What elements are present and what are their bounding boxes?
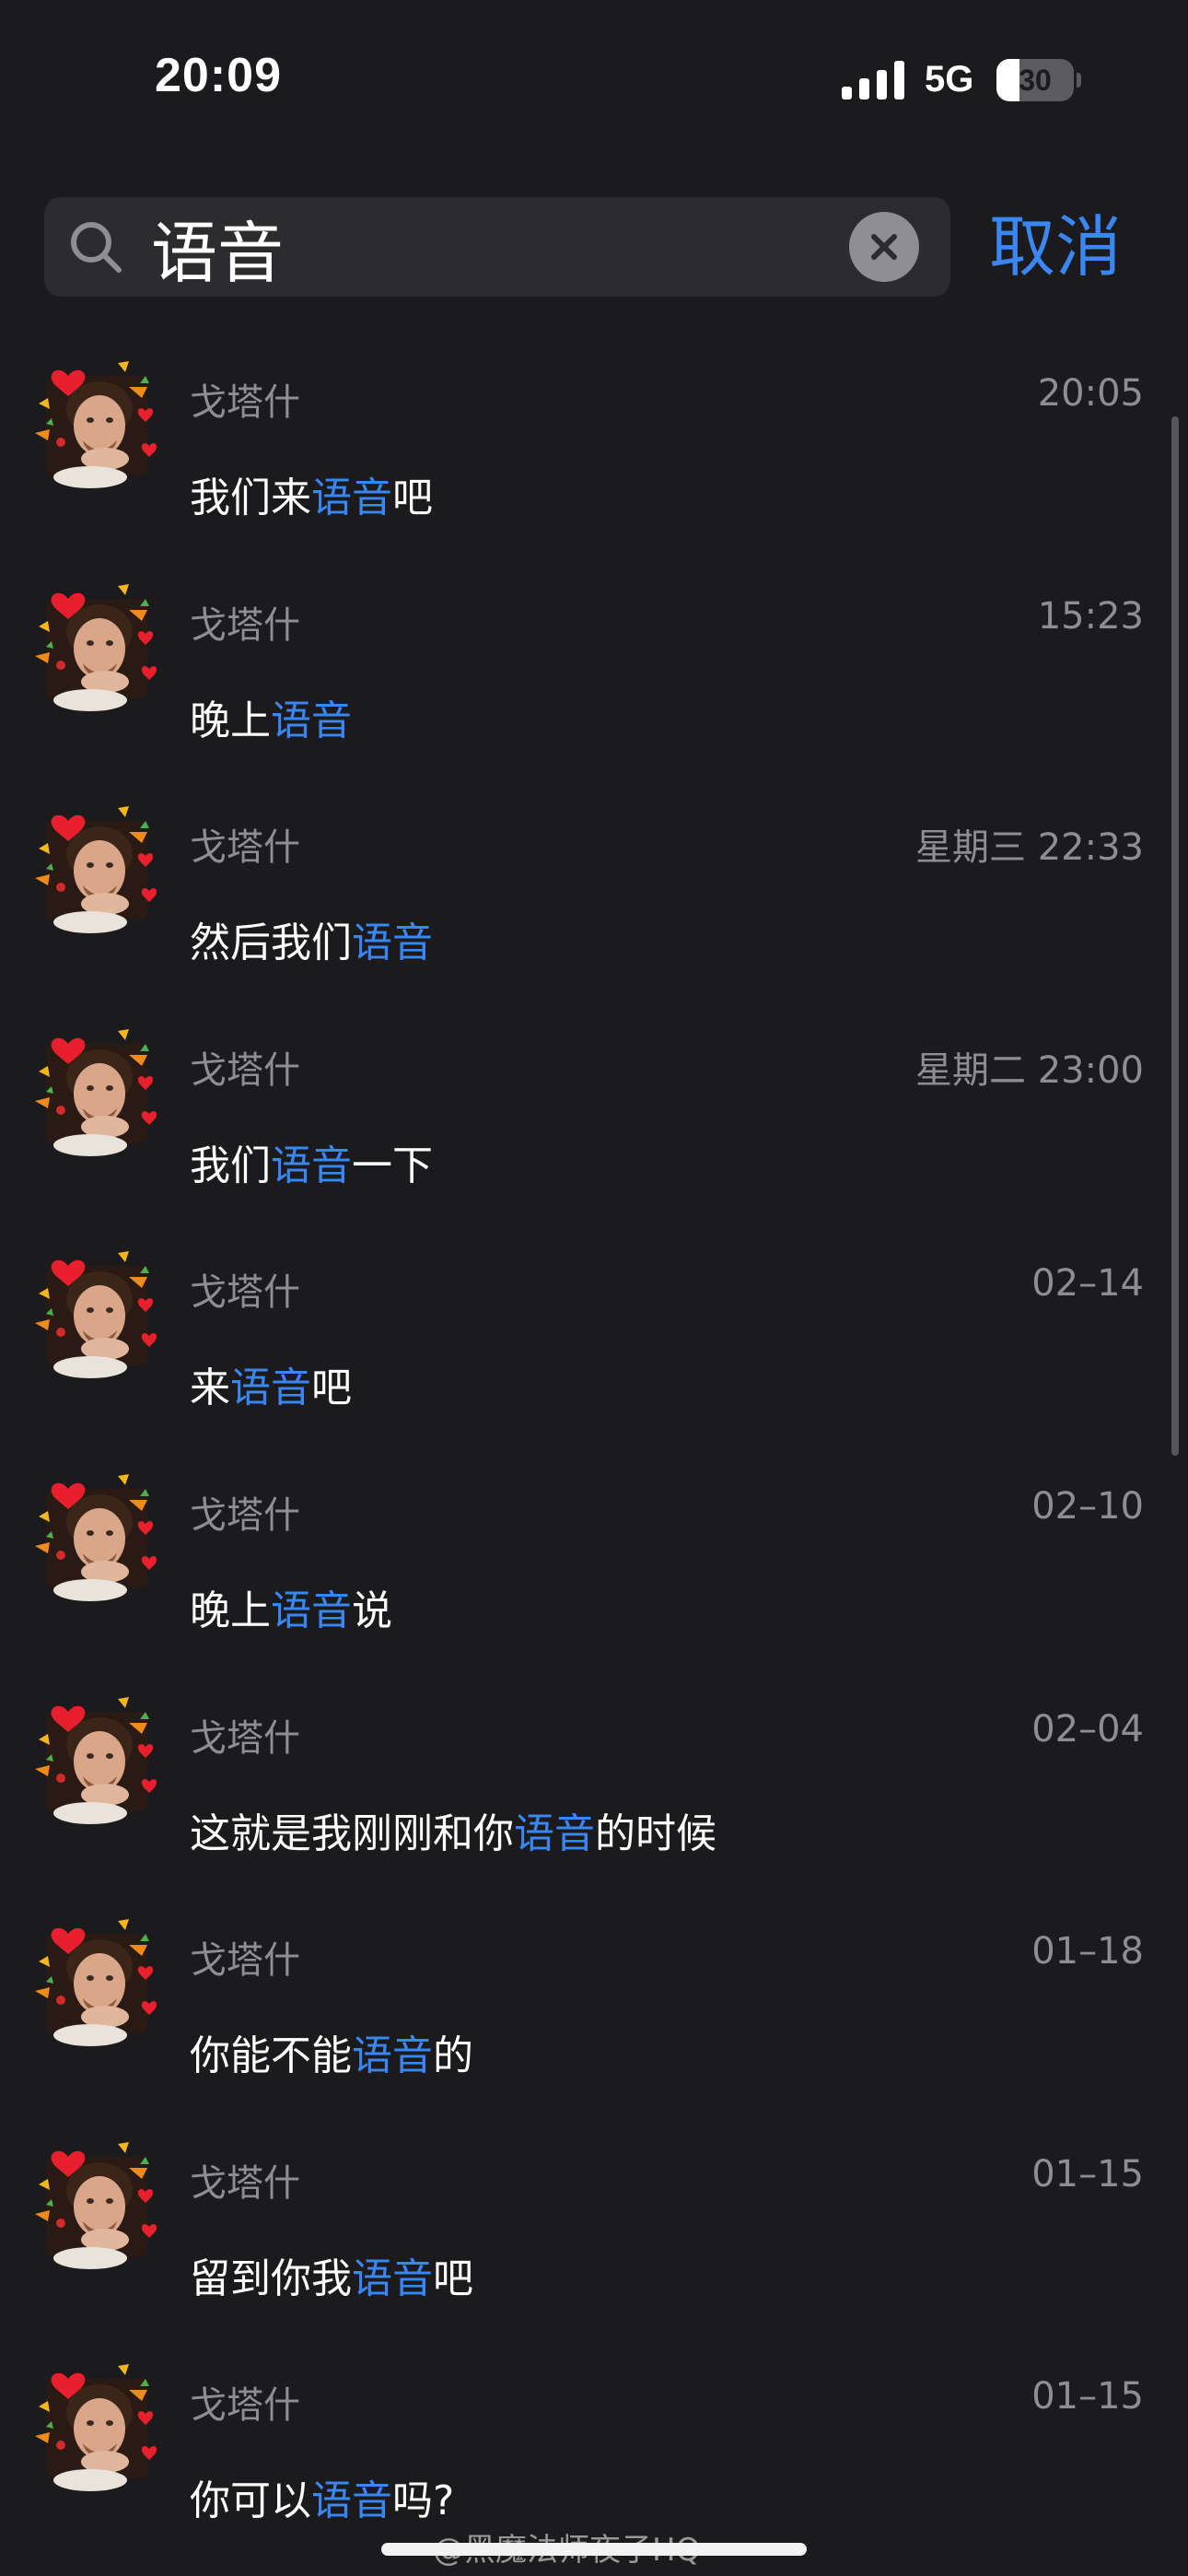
sender-name: 戈塔什 bbox=[190, 826, 300, 870]
result-row[interactable]: 戈塔什 01–18 你能不能语音的 bbox=[0, 1891, 1188, 2114]
search-icon bbox=[71, 222, 122, 273]
result-row[interactable]: 戈塔什 星期二 23:00 我们语音一下 bbox=[0, 1001, 1188, 1224]
message-timestamp: 星期二 23:00 bbox=[915, 1048, 1144, 1092]
snippet-text: 晚上 bbox=[190, 1587, 271, 1634]
network-type-label: 5G bbox=[925, 59, 974, 100]
message-timestamp: 02–04 bbox=[1031, 1707, 1144, 1751]
search-results-list: 戈塔什 20:05 我们来语音吧 戈塔什 15:23 晚上语音 戈塔什 星期三 … bbox=[0, 334, 1188, 2559]
search-bar[interactable] bbox=[44, 197, 950, 297]
snippet-text: 然后我们 bbox=[190, 919, 352, 967]
message-snippet: 然后我们语音 bbox=[190, 909, 433, 968]
message-snippet: 来语音吧 bbox=[190, 1354, 352, 1413]
sender-name: 戈塔什 bbox=[190, 381, 300, 424]
highlighted-keyword: 语音 bbox=[352, 2032, 433, 2080]
result-row[interactable]: 戈塔什 星期三 22:33 然后我们语音 bbox=[0, 779, 1188, 1001]
close-icon bbox=[871, 234, 897, 260]
avatar[interactable] bbox=[29, 1692, 168, 1830]
avatar[interactable] bbox=[29, 356, 168, 494]
snippet-text: 吧 bbox=[311, 1364, 352, 1412]
avatar[interactable] bbox=[29, 2137, 168, 2275]
snippet-text: 来 bbox=[190, 1364, 230, 1412]
sender-name: 戈塔什 bbox=[190, 1716, 300, 1760]
highlighted-keyword: 语音 bbox=[271, 1587, 352, 1634]
battery-icon: 30 bbox=[996, 59, 1081, 101]
message-timestamp: 02–14 bbox=[1031, 1262, 1144, 1306]
result-row[interactable]: 戈塔什 02–10 晚上语音说 bbox=[0, 1446, 1188, 1669]
message-snippet: 你可以语音吗? bbox=[190, 2467, 454, 2526]
highlighted-keyword: 语音 bbox=[514, 1809, 595, 1857]
snippet-text: 留到你我 bbox=[190, 2254, 352, 2302]
snippet-text: 的时候 bbox=[595, 1809, 716, 1857]
message-snippet: 这就是我刚刚和你语音的时候 bbox=[190, 1800, 716, 1859]
highlighted-keyword: 语音 bbox=[311, 2477, 392, 2525]
highlighted-keyword: 语音 bbox=[271, 697, 352, 744]
cancel-button[interactable]: 取消 bbox=[989, 199, 1122, 295]
message-snippet: 留到你我语音吧 bbox=[190, 2245, 473, 2304]
battery-level: 30 bbox=[1019, 64, 1052, 97]
snippet-text: 晚上 bbox=[190, 697, 271, 744]
result-row[interactable]: 戈塔什 02–14 来语音吧 bbox=[0, 1224, 1188, 1446]
status-time: 20:09 bbox=[155, 49, 282, 102]
avatar[interactable] bbox=[29, 1246, 168, 1384]
sender-name: 戈塔什 bbox=[190, 2161, 300, 2205]
snippet-text: 你可以 bbox=[190, 2477, 311, 2525]
home-indicator[interactable] bbox=[381, 2543, 807, 2556]
result-row[interactable]: 戈塔什 02–04 这就是我刚刚和你语音的时候 bbox=[0, 1669, 1188, 1892]
result-row[interactable]: 戈塔什 20:05 我们来语音吧 bbox=[0, 334, 1188, 556]
snippet-text: 吧 bbox=[392, 474, 433, 521]
snippet-text: 的 bbox=[433, 2032, 473, 2080]
message-timestamp: 01–15 bbox=[1031, 2152, 1144, 2195]
avatar[interactable] bbox=[29, 1024, 168, 1162]
message-timestamp: 02–10 bbox=[1031, 1484, 1144, 1528]
snippet-text: 一下 bbox=[352, 1142, 433, 1189]
result-row[interactable]: 戈塔什 15:23 晚上语音 bbox=[0, 556, 1188, 779]
clear-search-button[interactable] bbox=[849, 212, 919, 282]
message-snippet: 我们来语音吧 bbox=[190, 464, 433, 523]
sender-name: 戈塔什 bbox=[190, 603, 300, 647]
status-bar: 20:09 5G 30 bbox=[0, 0, 1188, 166]
scrollbar[interactable] bbox=[1171, 416, 1179, 1456]
message-timestamp: 星期三 22:33 bbox=[915, 826, 1144, 870]
avatar[interactable] bbox=[29, 801, 168, 939]
message-timestamp: 20:05 bbox=[1037, 372, 1144, 415]
snippet-text: 吗? bbox=[392, 2477, 455, 2525]
sender-name: 戈塔什 bbox=[190, 1493, 300, 1537]
snippet-text: 我们来 bbox=[190, 474, 311, 521]
message-snippet: 晚上语音说 bbox=[190, 1577, 392, 1636]
snippet-text: 说 bbox=[352, 1587, 392, 1634]
snippet-text: 这就是我刚刚和你 bbox=[190, 1809, 514, 1857]
avatar[interactable] bbox=[29, 1469, 168, 1607]
result-row[interactable]: 戈塔什 01–15 留到你我语音吧 bbox=[0, 2114, 1188, 2337]
highlighted-keyword: 语音 bbox=[352, 2254, 433, 2302]
message-timestamp: 01–18 bbox=[1031, 1930, 1144, 1973]
message-timestamp: 15:23 bbox=[1037, 594, 1144, 638]
message-snippet: 晚上语音 bbox=[190, 687, 352, 746]
search-input[interactable] bbox=[151, 206, 869, 287]
avatar[interactable] bbox=[29, 579, 168, 717]
sender-name: 戈塔什 bbox=[190, 1939, 300, 1983]
highlighted-keyword: 语音 bbox=[271, 1142, 352, 1189]
cellular-signal-icon bbox=[842, 61, 904, 100]
message-snippet: 我们语音一下 bbox=[190, 1132, 433, 1191]
highlighted-keyword: 语音 bbox=[311, 474, 392, 521]
snippet-text: 吧 bbox=[433, 2254, 473, 2302]
avatar[interactable] bbox=[29, 1914, 168, 2052]
highlighted-keyword: 语音 bbox=[230, 1364, 311, 1412]
sender-name: 戈塔什 bbox=[190, 2384, 300, 2428]
sender-name: 戈塔什 bbox=[190, 1048, 300, 1092]
snippet-text: 你能不能 bbox=[190, 2032, 352, 2080]
message-timestamp: 01–15 bbox=[1031, 2375, 1144, 2418]
avatar[interactable] bbox=[29, 2359, 168, 2497]
sender-name: 戈塔什 bbox=[190, 1271, 300, 1315]
snippet-text: 我们 bbox=[190, 1142, 271, 1189]
message-snippet: 你能不能语音的 bbox=[190, 2022, 473, 2081]
highlighted-keyword: 语音 bbox=[352, 919, 433, 967]
